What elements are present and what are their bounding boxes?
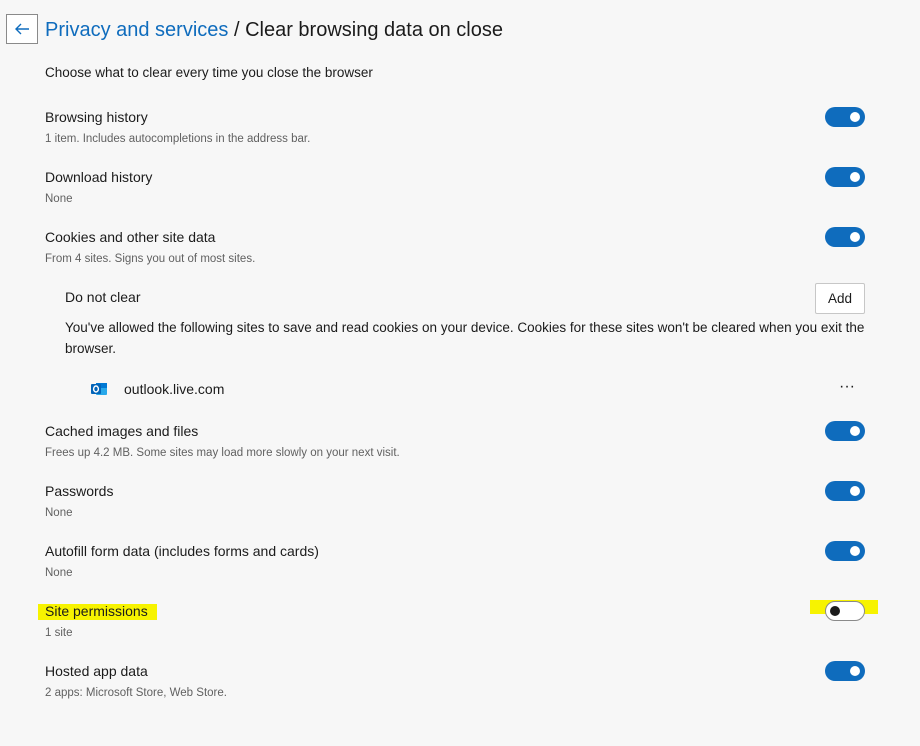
settings-page: Privacy and services / Clear browsing da… bbox=[0, 0, 920, 746]
page-title: Clear browsing data on close bbox=[245, 19, 503, 41]
list-item: outlook.live.com bbox=[90, 380, 224, 398]
do-not-clear-description: You've allowed the following sites to sa… bbox=[65, 320, 865, 356]
breadcrumb: Privacy and services / Clear browsing da… bbox=[45, 17, 503, 43]
setting-desc-autofill: None bbox=[45, 567, 73, 579]
toggle-knob bbox=[850, 112, 860, 122]
toggle-cookies[interactable] bbox=[825, 227, 865, 247]
site-name: outlook.live.com bbox=[124, 381, 225, 397]
arrow-left-icon bbox=[15, 23, 29, 35]
toggle-download-history[interactable] bbox=[825, 167, 865, 187]
toggle-knob bbox=[850, 426, 860, 436]
setting-title-download-history: Download history bbox=[45, 169, 153, 185]
setting-title-browsing-history: Browsing history bbox=[45, 109, 148, 125]
setting-title-passwords: Passwords bbox=[45, 483, 114, 499]
toggle-site-permissions[interactable] bbox=[825, 601, 865, 621]
back-button[interactable] bbox=[6, 14, 38, 44]
setting-title-cached-images: Cached images and files bbox=[45, 423, 199, 439]
do-not-clear-heading: Do not clear bbox=[65, 289, 141, 305]
page-subtitle: Choose what to clear every time you clos… bbox=[45, 65, 373, 80]
setting-desc-site-permissions: 1 site bbox=[45, 627, 73, 639]
outlook-icon bbox=[91, 383, 107, 395]
toggle-passwords[interactable] bbox=[825, 481, 865, 501]
toggle-knob bbox=[830, 606, 840, 616]
setting-title-site-permissions: Site permissions bbox=[45, 603, 148, 619]
setting-desc-cookies: From 4 sites. Signs you out of most site… bbox=[45, 253, 256, 265]
toggle-browsing-history[interactable] bbox=[825, 107, 865, 127]
toggle-knob bbox=[850, 486, 860, 496]
toggle-hosted-app-data[interactable] bbox=[825, 661, 865, 681]
setting-title-cookies: Cookies and other site data bbox=[45, 229, 216, 245]
toggle-knob bbox=[850, 232, 860, 242]
toggle-knob bbox=[850, 546, 860, 556]
toggle-knob bbox=[850, 666, 860, 676]
setting-desc-cached-images: Frees up 4.2 MB. Some sites may load mor… bbox=[45, 447, 400, 459]
setting-desc-browsing-history: 1 item. Includes autocompletions in the … bbox=[45, 133, 311, 145]
breadcrumb-privacy-link[interactable]: Privacy and services bbox=[45, 19, 228, 41]
toggle-cached-images[interactable] bbox=[825, 421, 865, 441]
toggle-autofill[interactable] bbox=[825, 541, 865, 561]
add-site-button[interactable]: Add bbox=[815, 283, 865, 314]
setting-desc-download-history: None bbox=[45, 193, 73, 205]
breadcrumb-separator: / bbox=[228, 19, 246, 41]
toggle-knob bbox=[850, 172, 860, 182]
setting-title-hosted-app-data: Hosted app data bbox=[45, 663, 148, 679]
setting-desc-passwords: None bbox=[45, 507, 73, 519]
setting-desc-hosted-app-data: 2 apps: Microsoft Store, Web Store. bbox=[45, 687, 227, 699]
setting-title-autofill: Autofill form data (includes forms and c… bbox=[45, 543, 319, 559]
more-options-button[interactable]: ··· bbox=[836, 379, 858, 400]
